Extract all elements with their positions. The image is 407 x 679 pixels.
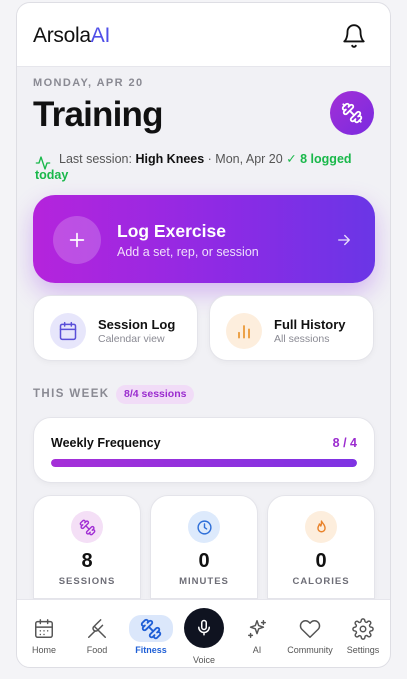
nav-food[interactable]: Food bbox=[72, 600, 122, 667]
dumbbell-icon bbox=[341, 102, 363, 124]
nav-community-label: Community bbox=[287, 645, 333, 655]
this-week-heading: THIS WEEK bbox=[33, 388, 110, 400]
calories-label: CALORIES bbox=[292, 576, 350, 587]
logo-text: Arsola bbox=[33, 24, 91, 47]
app-logo[interactable]: ArsolaAI bbox=[33, 24, 110, 48]
top-header: ArsolaAI bbox=[17, 3, 390, 67]
calendar-icon bbox=[35, 619, 53, 638]
sessions-value: 8 bbox=[81, 550, 93, 572]
stat-card-sessions: 8 SESSIONS bbox=[33, 495, 141, 599]
session-log-subtitle: Calendar view bbox=[98, 333, 165, 345]
full-history-title: Full History bbox=[274, 317, 346, 332]
session-log-card[interactable]: Session Log Calendar view bbox=[33, 295, 198, 361]
sessions-badge: 8/4 sessions bbox=[116, 385, 195, 404]
bar-chart-icon bbox=[226, 313, 262, 349]
frequency-progress-fill bbox=[51, 459, 357, 467]
nav-ai[interactable]: AI bbox=[232, 600, 282, 667]
arrow-right-icon bbox=[338, 234, 350, 246]
plus-icon bbox=[53, 216, 101, 264]
logo-accent-text: AI bbox=[90, 24, 111, 47]
sparkles-icon bbox=[248, 620, 266, 638]
nav-community[interactable]: Community bbox=[285, 600, 335, 667]
stat-card-minutes: 0 MINUTES bbox=[150, 495, 258, 599]
dumbbell-icon bbox=[71, 511, 103, 543]
calendar-icon bbox=[50, 313, 86, 349]
nav-food-label: Food bbox=[86, 645, 108, 655]
log-exercise-title: Log Exercise bbox=[117, 221, 226, 241]
calories-value: 0 bbox=[315, 550, 327, 572]
microphone-icon bbox=[184, 608, 224, 648]
log-exercise-subtitle: Add a set, rep, or session bbox=[117, 245, 259, 259]
nav-settings-label: Settings bbox=[346, 645, 380, 655]
page-title: Training bbox=[33, 95, 164, 134]
training-badge[interactable] bbox=[330, 91, 374, 135]
nav-home-label: Home bbox=[31, 645, 56, 655]
nav-voice-label: Voice bbox=[192, 655, 216, 665]
weekly-frequency-value: 8 / 4 bbox=[332, 436, 357, 450]
flame-icon bbox=[305, 511, 337, 543]
full-history-subtitle: All sessions bbox=[274, 333, 330, 345]
gear-icon bbox=[352, 618, 374, 640]
nav-voice[interactable]: Voice bbox=[179, 600, 229, 667]
last-session-prefix: Last session: bbox=[59, 152, 136, 166]
nav-settings[interactable]: Settings bbox=[338, 600, 388, 667]
stat-card-calories: 0 CALORIES bbox=[267, 495, 375, 599]
nav-fitness-label: Fitness bbox=[135, 645, 167, 655]
session-log-title: Session Log bbox=[98, 317, 176, 332]
bell-icon[interactable] bbox=[341, 23, 367, 49]
weekly-frequency-card: Weekly Frequency 8 / 4 bbox=[33, 417, 375, 483]
full-history-card[interactable]: Full History All sessions bbox=[209, 295, 374, 361]
last-session-date: · Mon, Apr 20 bbox=[204, 152, 287, 166]
sessions-label: SESSIONS bbox=[58, 576, 116, 587]
activity-icon bbox=[35, 156, 51, 170]
clock-icon bbox=[188, 511, 220, 543]
heart-icon bbox=[299, 620, 321, 638]
last-session-info: Last session: High Knees · Mon, Apr 20 ✓… bbox=[35, 151, 375, 183]
bottom-nav: Home Food Fitness Voice AI Community Set… bbox=[17, 599, 390, 667]
nav-home[interactable]: Home bbox=[19, 600, 69, 667]
logged-count: ✓ 8 logged bbox=[286, 152, 352, 166]
dumbbell-icon bbox=[140, 618, 162, 640]
minutes-value: 0 bbox=[198, 550, 210, 572]
app-window: ArsolaAI MONDAY, APR 20 Training Last se… bbox=[16, 2, 391, 668]
last-session-exercise: High Knees bbox=[135, 152, 205, 166]
nav-ai-label: AI bbox=[252, 645, 262, 655]
weekly-frequency-label: Weekly Frequency bbox=[51, 436, 161, 450]
frequency-progress-bar bbox=[51, 459, 357, 467]
log-exercise-button[interactable]: Log Exercise Add a set, rep, or session bbox=[33, 195, 375, 283]
date-label: MONDAY, APR 20 bbox=[33, 77, 144, 89]
fork-knife-icon bbox=[88, 619, 106, 638]
nav-fitness[interactable]: Fitness bbox=[126, 600, 176, 667]
minutes-label: MINUTES bbox=[179, 576, 229, 587]
